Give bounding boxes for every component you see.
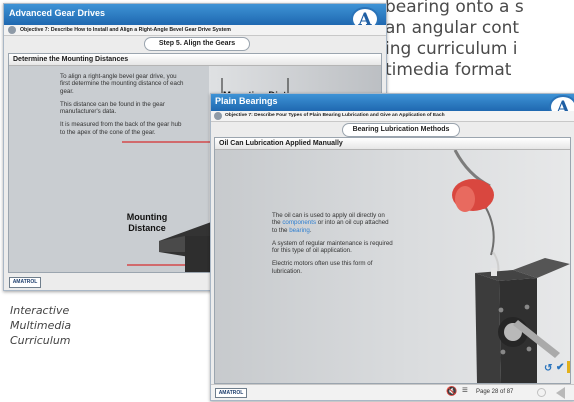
front-window: Plain Bearings A Objective 7: Describe F…	[210, 93, 574, 401]
front-panel-title: Oil Can Lubrication Applied Manually	[215, 138, 570, 150]
front-brand-logo: AMATROL	[215, 388, 247, 398]
refresh-icon[interactable]: ↺	[544, 363, 552, 374]
back-objective-text: Objective 7: Describe How to Install and…	[20, 27, 231, 33]
back-window-title: Advanced Gear Drives	[9, 8, 106, 18]
bg-text-line-1: bearing onto a s	[385, 0, 524, 17]
mute-icon[interactable]: 🔇	[446, 386, 457, 397]
back-panel-title: Determine the Mounting Distances	[9, 54, 381, 66]
chevron-icon[interactable]	[8, 26, 16, 34]
back-objective-bar: Objective 7: Describe How to Install and…	[4, 25, 386, 36]
front-content-panel: Oil Can Lubrication Applied Manually The…	[214, 137, 571, 384]
front-titlebar: Plain Bearings A	[211, 94, 574, 119]
prev-arrow-icon[interactable]	[556, 387, 565, 399]
check-icon[interactable]: ✔	[556, 362, 564, 373]
front-bottom-bar: AMATROL 🔇 ≡ Page 28 of 87	[211, 384, 574, 400]
page-indicator: Page 28 of 87	[476, 389, 514, 395]
front-objective-text: Objective 7: Describe Four Types of Plai…	[225, 113, 445, 118]
front-step-pill[interactable]: Bearing Lubrication Methods	[342, 123, 460, 137]
chevron-icon[interactable]	[214, 112, 222, 120]
caption-line-2: Multimedia	[10, 319, 72, 332]
diagram-label-left-line1: Mounting	[126, 212, 168, 222]
diagram-label-left-line2: Distance	[128, 223, 166, 233]
caption: Interactive Multimedia Curriculum	[10, 303, 71, 348]
menu-icon[interactable]: ≡	[462, 385, 468, 396]
bg-text-line-4: timedia format	[385, 60, 512, 80]
back-brand-logo: AMATROL	[9, 277, 41, 288]
bg-text-line-2: an angular cont	[385, 18, 520, 38]
front-objective-bar: Objective 7: Describe Four Types of Plai…	[211, 111, 574, 122]
diagram-label-left: Mounting Distance	[119, 212, 175, 234]
back-titlebar: Advanced Gear Drives A	[4, 4, 386, 31]
bg-text-line-3: ing curriculum i	[385, 39, 518, 59]
back-step-pill[interactable]: Step 5. Align the Gears	[144, 37, 250, 51]
front-window-title: Plain Bearings	[215, 96, 278, 106]
caption-line-3: Curriculum	[10, 334, 71, 347]
play-icon[interactable]	[567, 361, 570, 373]
caption-line-1: Interactive	[10, 304, 70, 317]
loading-icon	[537, 388, 546, 397]
oil-can-illustration	[452, 150, 570, 383]
